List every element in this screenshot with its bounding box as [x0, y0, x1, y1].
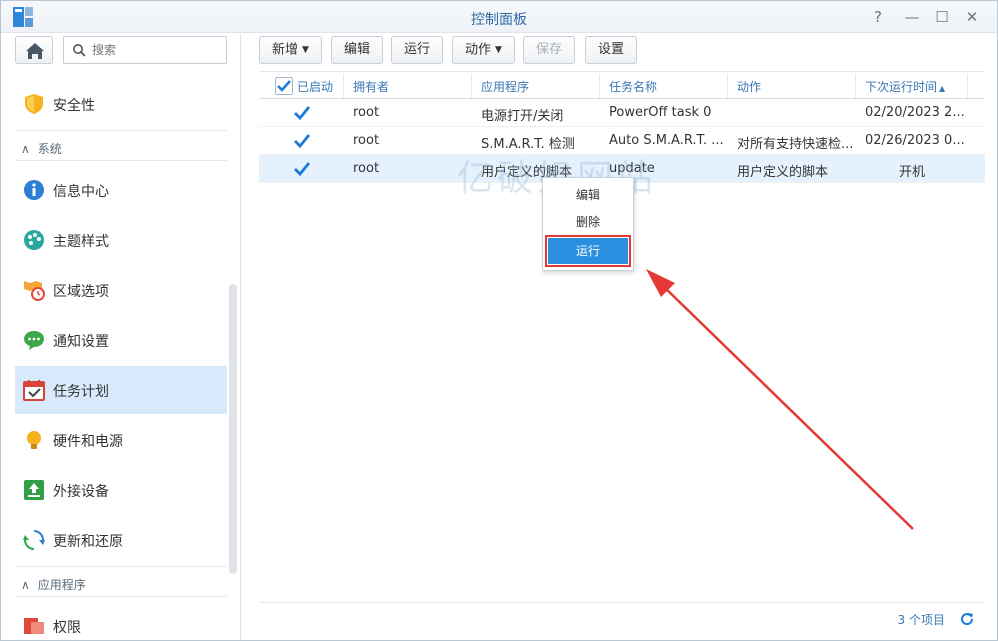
sidebar-item-label: 安全性 [53, 98, 95, 114]
sidebar-item-hardware-power[interactable]: 硬件和电源 [15, 416, 227, 464]
map-clock-icon [24, 281, 45, 301]
sidebar-item-label: 更新和还原 [53, 534, 123, 550]
col-task-name[interactable]: 任务名称 [609, 78, 657, 95]
context-menu-run[interactable]: 运行 [545, 235, 631, 267]
info-icon [24, 180, 44, 200]
sidebar-scrollbar[interactable] [229, 284, 237, 574]
control-panel-window: 控制面板 ? — ☐ ✕ 安全性 ∧系统 [0, 0, 998, 641]
sidebar: 安全性 ∧系统 信息中心 主题样式 [1, 34, 241, 640]
home-icon [26, 43, 44, 59]
help-icon[interactable]: ? [867, 7, 889, 27]
row-enabled-checkbox[interactable] [293, 104, 311, 122]
col-separator [471, 74, 472, 98]
palette-icon [24, 230, 44, 250]
divider [15, 160, 227, 161]
sidebar-item-info-center[interactable]: 信息中心 [15, 166, 227, 214]
col-separator [967, 74, 968, 98]
cell-action: 用户定义的脚本 [737, 165, 829, 180]
sidebar-item-regional[interactable]: 区域选项 [15, 266, 227, 314]
maximize-icon[interactable]: ☐ [931, 7, 953, 27]
cell-task-name: PowerOff task 0 [609, 105, 712, 120]
permission-icon [24, 618, 44, 634]
sort-asc-icon: ▲ [939, 84, 946, 93]
table-row[interactable]: root 电源打开/关闭 PowerOff task 0 02/20/2023 … [259, 99, 985, 127]
col-separator [343, 74, 344, 98]
settings-button[interactable]: 设置 [585, 36, 638, 64]
sidebar-item-theme[interactable]: 主题样式 [15, 216, 227, 264]
refresh-icon [23, 530, 45, 550]
cell-owner: root [353, 161, 380, 176]
sidebar-item-label: 硬件和电源 [53, 434, 123, 450]
sidebar-item-external-devices[interactable]: 外接设备 [15, 466, 227, 514]
col-next-run[interactable]: 下次运行时间 ▲ [865, 78, 945, 95]
sidebar-item-permission[interactable]: 权限 [15, 602, 227, 640]
sidebar-item-notification[interactable]: 通知设置 [15, 316, 227, 364]
sidebar-item-label: 信息中心 [53, 184, 109, 200]
calendar-check-icon [23, 380, 45, 401]
select-all-checkbox[interactable] [275, 77, 293, 95]
edit-button[interactable]: 编辑 [331, 36, 384, 64]
divider [15, 596, 227, 597]
section-applications[interactable]: ∧ 应用程序 [21, 576, 86, 593]
search-icon [73, 44, 86, 57]
cell-owner: root [353, 105, 380, 120]
sidebar-item-label: 权限 [53, 620, 81, 636]
action-dropdown-button[interactable]: 动作 ▼ [452, 36, 515, 64]
cell-application: 电源打开/关闭 [481, 109, 564, 124]
shield-icon [25, 94, 43, 114]
caret-down-icon: ▼ [495, 45, 502, 55]
col-owner[interactable]: 拥有者 [353, 78, 389, 95]
sidebar-item-security[interactable]: 安全性 [15, 80, 227, 128]
sidebar-item-update-restore[interactable]: 更新和还原 [15, 516, 227, 564]
close-icon[interactable]: ✕ [961, 7, 983, 27]
chevron-up-icon: ∧ [21, 578, 30, 592]
item-count: 3 个项目 [897, 613, 945, 627]
cell-next-run: 02/26/2023 0... [865, 133, 965, 148]
cell-owner: root [353, 133, 380, 148]
search-input[interactable] [92, 41, 220, 59]
title-bar: 控制面板 ? — ☐ ✕ [1, 1, 997, 33]
external-device-icon [24, 480, 44, 500]
bulb-icon [27, 431, 41, 449]
create-dropdown-button[interactable]: 新增 ▼ [259, 36, 322, 64]
context-menu-edit[interactable]: 编辑 [543, 182, 633, 208]
col-separator [855, 74, 856, 98]
table-footer: 3 个项目 [259, 602, 985, 634]
run-button[interactable]: 运行 [391, 36, 444, 64]
refresh-icon[interactable] [959, 611, 975, 627]
context-menu: 编辑 删除 运行 [542, 177, 634, 271]
minimize-icon[interactable]: — [901, 7, 923, 27]
col-application[interactable]: 应用程序 [481, 78, 529, 95]
window-title: 控制面板 [471, 12, 527, 28]
sidebar-item-label: 外接设备 [53, 484, 109, 500]
col-separator [727, 74, 728, 98]
col-enabled[interactable]: 已启动 [297, 78, 333, 95]
context-menu-delete[interactable]: 删除 [543, 209, 633, 235]
cell-next-run: 02/20/2023 2... [865, 105, 965, 120]
section-system[interactable]: ∧ 系统 [21, 140, 62, 157]
cell-action: 对所有支持快速检... [737, 137, 853, 152]
col-action[interactable]: 动作 [737, 78, 761, 95]
cell-task-name: Auto S.M.A.R.T. ... [609, 133, 724, 148]
search-field[interactable] [63, 36, 227, 64]
sidebar-item-label: 区域选项 [53, 284, 109, 300]
chat-icon [24, 331, 44, 350]
chevron-up-icon: ∧ [21, 142, 30, 156]
table-header: 已启动 拥有者 应用程序 任务名称 动作 下次运行时间 ▲ [259, 71, 985, 99]
divider [15, 566, 227, 567]
cell-next-run: 开机 [899, 165, 926, 180]
main-panel: 新增 ▼ 编辑 运行 动作 ▼ 保存 设置 已启动 拥有者 应用程序 任务名称 动作 [243, 34, 997, 640]
divider [15, 130, 227, 131]
sidebar-item-label: 主题样式 [53, 234, 109, 250]
sidebar-item-label: 任务计划 [53, 384, 109, 400]
caret-down-icon: ▼ [302, 45, 309, 55]
save-button[interactable]: 保存 [523, 36, 576, 64]
home-button[interactable] [15, 36, 53, 64]
sidebar-item-label: 通知设置 [53, 334, 109, 350]
sidebar-item-task-scheduler[interactable]: 任务计划 [15, 366, 227, 414]
col-separator [599, 74, 600, 98]
row-enabled-checkbox[interactable] [293, 132, 311, 150]
row-enabled-checkbox[interactable] [293, 160, 311, 178]
